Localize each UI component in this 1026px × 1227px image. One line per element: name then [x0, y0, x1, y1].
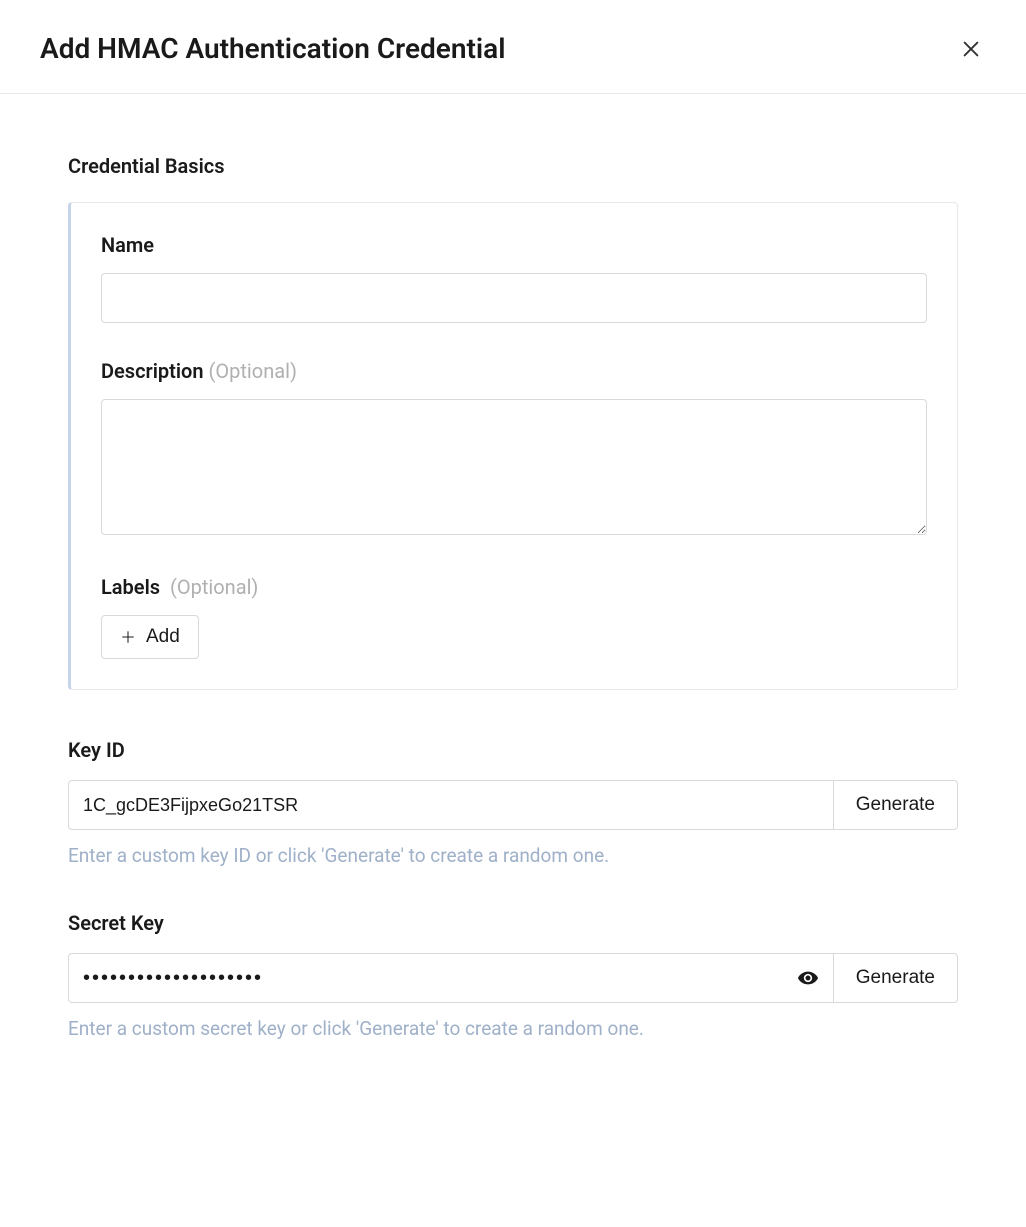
name-input[interactable] — [101, 273, 927, 323]
name-label: Name — [101, 233, 927, 257]
toggle-visibility-button[interactable] — [791, 961, 825, 995]
secret-key-field: Secret Key Generate Enter a custom secre… — [68, 911, 958, 1040]
key-id-generate-button[interactable]: Generate — [833, 780, 958, 830]
secret-key-input-row: Generate — [68, 953, 958, 1003]
dialog-header: Add HMAC Authentication Credential — [0, 0, 1026, 94]
basics-card: Name Description (Optional) Labels (Opti… — [68, 202, 958, 690]
description-input[interactable] — [101, 399, 927, 535]
key-id-field: Key ID Generate Enter a custom key ID or… — [68, 738, 958, 867]
labels-optional: (Optional) — [170, 575, 258, 599]
dialog-title: Add HMAC Authentication Credential — [40, 32, 505, 65]
description-label-text: Description — [101, 359, 204, 383]
key-id-input-row: Generate — [68, 780, 958, 830]
key-id-label: Key ID — [68, 738, 958, 762]
dialog-content: Credential Basics Name Description (Opti… — [0, 94, 1026, 1124]
key-id-input[interactable] — [68, 780, 833, 830]
add-label-text: Add — [146, 626, 180, 648]
secret-key-helper: Enter a custom secret key or click 'Gene… — [68, 1017, 958, 1040]
labels-label: Labels (Optional) — [101, 575, 927, 599]
plus-icon — [120, 629, 136, 645]
add-label-button[interactable]: Add — [101, 615, 199, 659]
description-field-group: Description (Optional) — [101, 359, 927, 539]
secret-key-generate-button[interactable]: Generate — [833, 953, 958, 1003]
secret-key-input-wrapper — [68, 953, 833, 1003]
secret-key-label: Secret Key — [68, 911, 958, 935]
key-id-helper: Enter a custom key ID or click 'Generate… — [68, 844, 958, 867]
secret-key-input[interactable] — [68, 953, 833, 1003]
labels-label-text: Labels — [101, 575, 160, 599]
close-icon — [960, 38, 982, 60]
close-button[interactable] — [956, 34, 986, 64]
eye-icon — [797, 967, 819, 989]
description-label: Description (Optional) — [101, 359, 927, 383]
basics-section-title: Credential Basics — [68, 154, 958, 178]
description-optional: (Optional) — [209, 359, 297, 383]
labels-field-group: Labels (Optional) Add — [101, 575, 927, 659]
name-field-group: Name — [101, 233, 927, 323]
